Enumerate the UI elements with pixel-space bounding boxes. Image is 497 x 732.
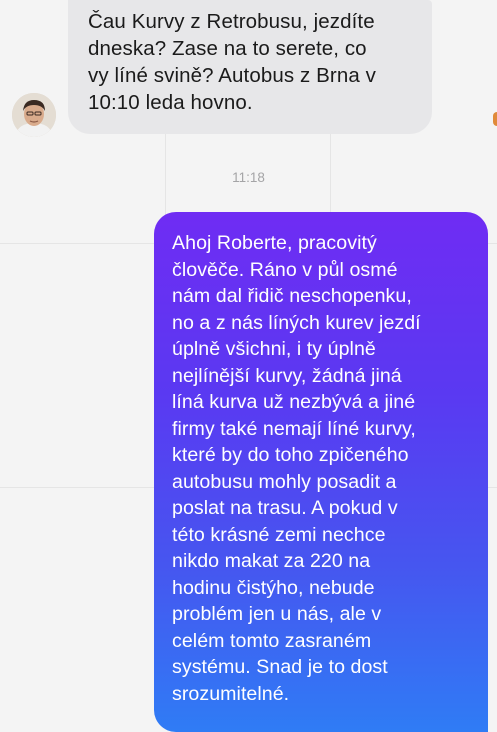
message-timestamp: 11:18 <box>232 170 265 185</box>
incoming-message-bubble[interactable]: Čau Kurvy z Retrobusu, jezdíte dneska? Z… <box>68 0 432 134</box>
outgoing-message-bubble[interactable]: Ahoj Roberte, pracovitý člověče. Ráno v … <box>154 212 488 732</box>
orange-dot-icon <box>493 112 497 126</box>
outgoing-message-text: Ahoj Roberte, pracovitý člověče. Ráno v … <box>172 232 421 705</box>
incoming-message-text: Čau Kurvy z Retrobusu, jezdíte dneska? Z… <box>88 10 376 114</box>
sender-avatar[interactable] <box>12 93 56 137</box>
profile-photo-icon <box>12 93 56 137</box>
